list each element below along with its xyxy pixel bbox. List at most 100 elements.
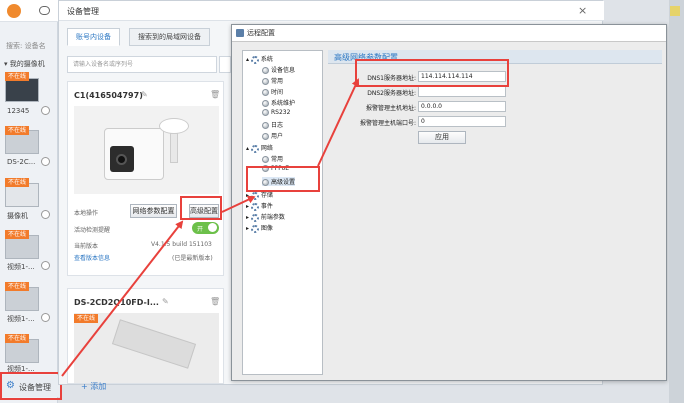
config-tree: ▴ 系统 设备信息 常用 时间 系统维护 RS232 日志 用户 ▴ 网络 常用…: [242, 50, 323, 375]
apply-button[interactable]: 应用: [418, 131, 466, 144]
plus-icon: +: [81, 382, 91, 391]
group-label-text: 我的摄像机: [9, 60, 45, 68]
tree-label: 系统: [260, 56, 273, 63]
device-name: DS-2CD2Q10FD-I...: [74, 298, 159, 307]
camera-label[interactable]: 视频1-...: [7, 262, 35, 272]
check-version-link[interactable]: 查看版本信息: [74, 253, 110, 262]
tree-label: 图像: [260, 225, 273, 232]
tree-label: 设备信息: [271, 67, 296, 74]
window-icon: [236, 29, 244, 37]
tab-lan-devices[interactable]: 搜索到的局域网设备: [129, 28, 210, 46]
node-icon: [262, 78, 269, 85]
tree-item-rs232[interactable]: RS232: [262, 109, 290, 116]
alarm-host-address-label: 报警管理主机地址:: [365, 105, 416, 112]
camera-image: [74, 313, 219, 383]
edit-icon[interactable]: ✎: [141, 90, 148, 99]
sidebar-group-label[interactable]: ▾ 我的摄像机: [4, 59, 45, 69]
highlight-box-advanced-config: [180, 196, 222, 220]
node-icon: [262, 109, 269, 116]
network-params-button[interactable]: 网络参数配置: [130, 204, 177, 218]
camera-mount: [159, 118, 189, 134]
tree-item-maintenance[interactable]: 系统维护: [262, 98, 295, 107]
node-icon: [262, 100, 269, 107]
tree-label: 存储: [260, 192, 273, 199]
alarm-host-port-label: 报警管理主机端口号:: [359, 120, 416, 127]
camera-arm: [170, 133, 178, 163]
background-app-icon: [670, 6, 680, 16]
tree-node-event[interactable]: ▸ 事件: [246, 201, 273, 211]
remote-config-titlebar: 远程配置: [232, 25, 666, 42]
sidebar-search-input[interactable]: 搜索: 设备名: [6, 41, 46, 51]
tree-item-device-info[interactable]: 设备信息: [262, 65, 295, 74]
add-label: 添加: [90, 382, 107, 391]
tree-item-net-general[interactable]: 常用: [262, 154, 283, 163]
tree-item-time[interactable]: 时间: [262, 87, 283, 96]
local-operation-label: 本地操作: [74, 210, 99, 217]
app-logo-icon: [7, 4, 21, 18]
close-icon[interactable]: ×: [578, 4, 587, 17]
dns2-input[interactable]: [418, 86, 506, 97]
offline-badge: 不在线: [5, 282, 30, 291]
tree-item-user[interactable]: 用户: [262, 131, 283, 140]
tree-label: 常用: [271, 156, 284, 163]
offline-badge: 不在线: [5, 230, 30, 239]
gear-icon: [250, 224, 259, 233]
search-button[interactable]: [219, 56, 231, 73]
tree-item-general[interactable]: 常用: [262, 76, 283, 85]
device-search-input[interactable]: 请输入设备名或序列号: [67, 56, 217, 73]
clock-icon[interactable]: [41, 210, 50, 219]
gear-icon: [250, 144, 259, 153]
tree-node-frontend[interactable]: ▸ 前端参数: [246, 212, 285, 222]
camera-lens: [116, 154, 127, 165]
clock-icon[interactable]: [41, 313, 50, 322]
camera-label[interactable]: 视频1-...: [7, 314, 35, 324]
device-name: C1(416504797): [74, 91, 143, 100]
camera-thumbnail[interactable]: [5, 78, 39, 102]
tree-label: 常用: [271, 78, 284, 85]
trash-icon[interactable]: 🗑: [210, 297, 220, 306]
motion-detect-label: 活动检测提醒: [74, 227, 111, 234]
highlight-box-advanced-settings: [246, 166, 320, 192]
motion-detect-toggle[interactable]: 开: [192, 222, 219, 234]
edit-icon[interactable]: ✎: [162, 297, 169, 306]
device-card: DS-2CD2Q10FD-I... ✎ 🗑 不在线: [67, 288, 224, 384]
tab-account-devices[interactable]: 账号内设备: [67, 28, 120, 46]
add-device-link[interactable]: + 添加: [81, 381, 106, 392]
version-value: V4.1.5 build 151103: [151, 241, 212, 248]
clock-icon[interactable]: [41, 157, 50, 166]
chat-icon[interactable]: [39, 6, 50, 15]
camera-label[interactable]: DS-2C...: [7, 158, 35, 166]
trash-icon[interactable]: 🗑: [210, 90, 220, 99]
tree-node-image[interactable]: ▸ 图像: [246, 223, 273, 233]
tree-label: 事件: [260, 203, 273, 210]
alarm-host-address-input[interactable]: 0.0.0.0: [418, 101, 506, 112]
tree-node-network[interactable]: ▴ 网络: [246, 143, 273, 153]
tree-label: RS232: [271, 109, 291, 116]
tree-item-log[interactable]: 日志: [262, 120, 283, 129]
tree-node-system[interactable]: ▴ 系统: [246, 54, 273, 64]
alarm-host-port-input[interactable]: 0: [418, 116, 506, 127]
clock-icon[interactable]: [41, 261, 50, 270]
clock-icon[interactable]: [41, 106, 50, 115]
camera-label[interactable]: 摄像机: [7, 211, 28, 221]
gear-icon: [250, 55, 259, 64]
tree-label: 时间: [271, 89, 284, 96]
highlight-box-device-manager: [0, 372, 62, 400]
node-icon: [262, 122, 269, 129]
tree-label: 用户: [271, 133, 284, 140]
node-icon: [262, 156, 269, 163]
highlight-box-dns1: [355, 59, 509, 87]
camera-image: [74, 106, 219, 194]
tree-label: 日志: [271, 122, 284, 129]
app-sidebar: 搜索: 设备名 ▾ 我的摄像机 不在线 12345 不在线 DS-2C... 不…: [0, 0, 58, 403]
background-edge: [669, 0, 684, 403]
offline-badge: 不在线: [5, 72, 30, 81]
offline-badge: 不在线: [5, 126, 30, 135]
node-icon: [262, 67, 269, 74]
toggle-knob: [208, 223, 217, 232]
app-topbar: [0, 0, 58, 22]
node-icon: [262, 89, 269, 96]
camera-label[interactable]: 12345: [7, 107, 29, 115]
gear-icon: [250, 213, 259, 222]
gear-icon: [250, 191, 259, 200]
